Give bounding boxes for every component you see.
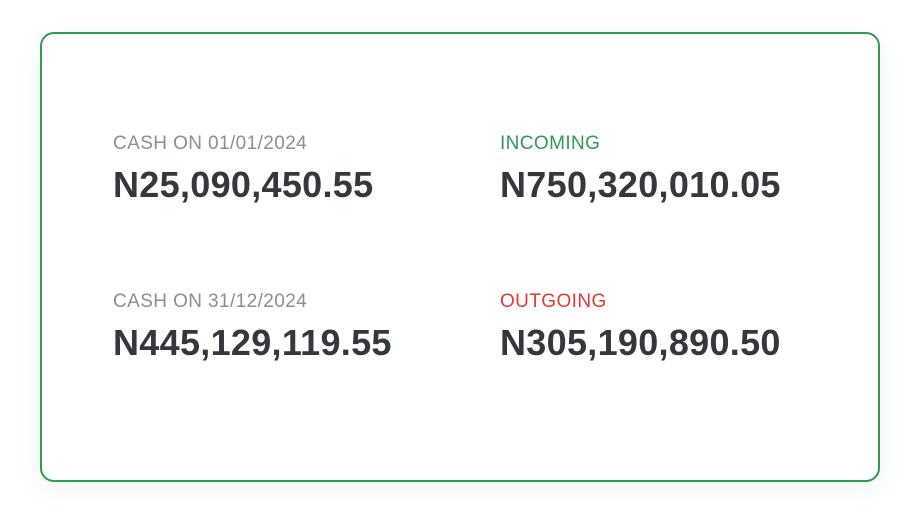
incoming-label: INCOMING — [500, 133, 601, 154]
closing-cash-label: CASH ON 31/12/2024 — [113, 291, 308, 312]
opening-cash-value: N25,090,450.55 — [113, 164, 374, 205]
cash-summary-card: CASH ON 01/01/2024 N25,090,450.55 INCOMI… — [40, 32, 880, 482]
outgoing-label: OUTGOING — [500, 291, 607, 312]
incoming-value: N750,320,010.05 — [500, 164, 781, 205]
outgoing-stat: OUTGOING N305,190,890.50 — [500, 291, 781, 363]
closing-cash-stat: CASH ON 31/12/2024 N445,129,119.55 — [113, 291, 392, 363]
opening-cash-label: CASH ON 01/01/2024 — [113, 133, 308, 154]
closing-cash-value: N445,129,119.55 — [113, 322, 392, 363]
page: CASH ON 01/01/2024 N25,090,450.55 INCOMI… — [0, 0, 920, 530]
incoming-stat: INCOMING N750,320,010.05 — [500, 133, 781, 205]
opening-cash-stat: CASH ON 01/01/2024 N25,090,450.55 — [113, 133, 373, 205]
outgoing-value: N305,190,890.50 — [500, 322, 781, 363]
